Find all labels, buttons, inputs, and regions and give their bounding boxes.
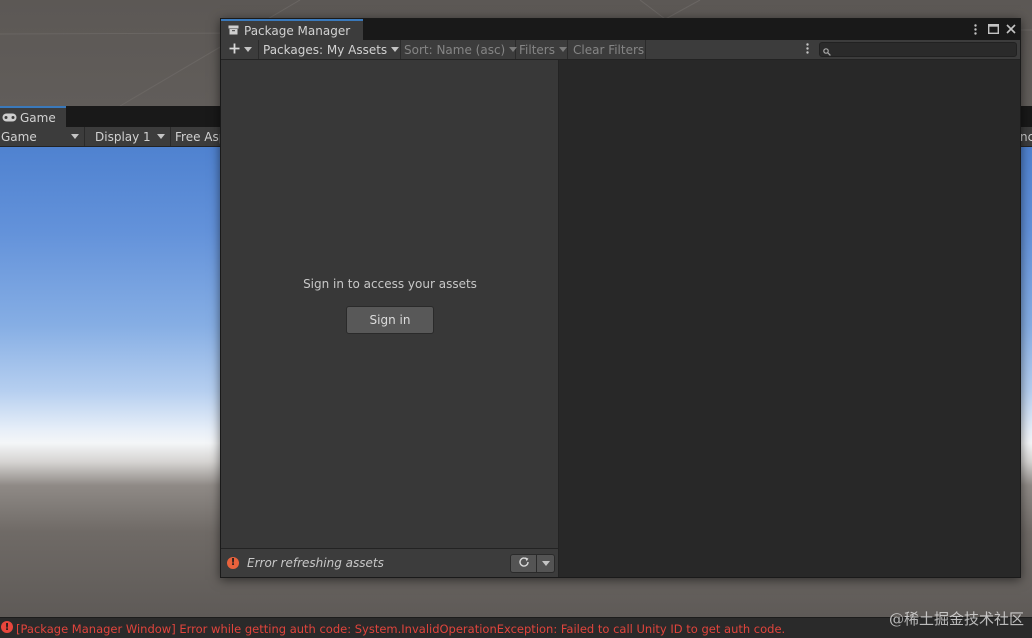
window-controls (969, 21, 1017, 37)
package-details-panel (559, 60, 1020, 577)
warning-icon: ! (227, 557, 239, 569)
gamepad-icon (2, 111, 17, 125)
refresh-options-dropdown[interactable] (537, 555, 554, 572)
search-field[interactable] (819, 42, 1017, 57)
package-manager-titlebar: Package Manager (221, 19, 1020, 40)
filters-label: Filters (519, 42, 555, 57)
sort-dropdown[interactable]: Sort: Name (asc) (401, 40, 518, 59)
signin-message: Sign in to access your assets (303, 277, 477, 291)
status-error-message: [Package Manager Window] Error while get… (16, 622, 786, 636)
chevron-down-icon (71, 134, 79, 139)
kebab-menu-icon (805, 42, 809, 57)
package-manager-title: Package Manager (244, 23, 351, 38)
aspect-label: Free Asp (175, 129, 227, 144)
refresh-button[interactable] (511, 555, 537, 572)
chevron-down-icon (558, 47, 567, 52)
game-mode-label: Game (1, 129, 37, 144)
maximize-icon[interactable] (987, 21, 999, 37)
package-list-panel: Sign in to access your assets Sign in (221, 60, 559, 548)
refresh-control (510, 554, 555, 573)
add-package-button[interactable] (221, 40, 259, 59)
packages-scope-dropdown[interactable]: Packages: My Assets (259, 40, 401, 59)
plus-icon (229, 43, 240, 57)
search-input[interactable] (834, 43, 1014, 56)
display-dropdown[interactable]: Display 1 (91, 127, 171, 146)
sort-label: Sort: Name (asc) (404, 42, 506, 57)
display-label: Display 1 (95, 129, 151, 144)
sign-in-button[interactable]: Sign in (346, 306, 434, 334)
tab-package-manager[interactable]: Package Manager (221, 19, 363, 40)
tab-game[interactable]: Game (0, 106, 66, 127)
chevron-down-icon (244, 47, 252, 52)
toolbar-more-menu[interactable] (799, 40, 815, 59)
package-manager-window: Package Manager Packages: My Assets Sort… (220, 18, 1021, 578)
clear-filters-button[interactable]: Clear Filters (568, 40, 646, 59)
kebab-menu-icon[interactable] (969, 21, 981, 37)
chevron-down-icon (541, 561, 550, 566)
game-toolbar-right-partial[interactable]: nc (1020, 127, 1032, 146)
refresh-icon (518, 556, 530, 571)
package-list-footer: ! Error refreshing assets (221, 548, 559, 577)
filters-dropdown[interactable]: Filters (516, 40, 568, 59)
tab-game-label: Game (20, 110, 56, 125)
packages-scope-label: Packages: My Assets (263, 42, 388, 57)
package-icon (228, 24, 239, 38)
close-icon[interactable] (1005, 21, 1017, 37)
package-manager-toolbar: Packages: My Assets Sort: Name (asc) Fil… (221, 40, 1020, 60)
chevron-down-icon (391, 47, 400, 52)
console-status-bar[interactable]: ! [Package Manager Window] Error while g… (0, 617, 1032, 638)
watermark-text: @稀土掘金技术社区 (888, 610, 1024, 628)
game-mode-dropdown[interactable]: Game (0, 127, 85, 146)
footer-error-text: Error refreshing assets (247, 556, 384, 570)
chevron-down-icon (157, 134, 165, 139)
clear-filters-label: Clear Filters (573, 42, 645, 57)
error-icon: ! (1, 621, 13, 633)
search-icon (823, 45, 831, 59)
